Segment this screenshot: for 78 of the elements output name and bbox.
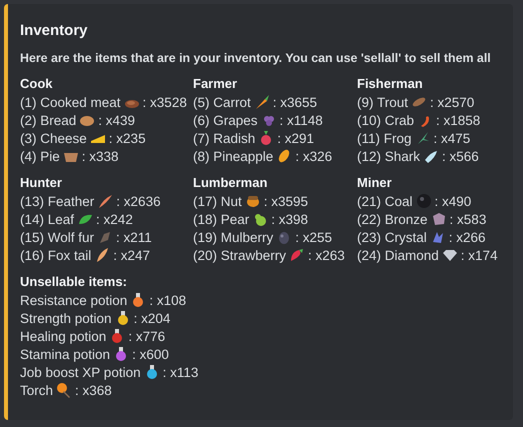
strawberry-icon bbox=[289, 247, 306, 263]
item-name: (17) Nut bbox=[193, 194, 242, 209]
item-count: : x255 bbox=[295, 230, 332, 245]
torch-icon bbox=[56, 382, 72, 398]
item-count: : x1148 bbox=[280, 113, 323, 128]
item-name: (18) Pear bbox=[193, 212, 250, 227]
item-name: (20) Strawberry bbox=[193, 248, 286, 263]
item-count: : x211 bbox=[116, 230, 152, 245]
item-count: : x108 bbox=[149, 293, 186, 308]
item-name: (9) Trout bbox=[357, 95, 408, 110]
item-count: : x776 bbox=[128, 329, 166, 344]
item-count: : x2636 bbox=[116, 194, 161, 209]
item-count: : x2570 bbox=[430, 95, 474, 110]
item-count: : x583 bbox=[450, 212, 486, 227]
item-name: Job boost XP potion bbox=[20, 365, 141, 380]
item-name: Strength potion bbox=[20, 311, 112, 326]
item-name: (19) Mulberry bbox=[193, 230, 274, 245]
item-count: : x600 bbox=[132, 347, 169, 362]
item-count: : x338 bbox=[82, 149, 119, 164]
item-count: : x1858 bbox=[436, 113, 480, 128]
category-heading: Hunter bbox=[20, 174, 63, 191]
item-name: (24) Diamond bbox=[357, 248, 439, 263]
item-name: (21) Coal bbox=[357, 194, 413, 209]
item-name: Torch bbox=[20, 383, 54, 398]
item-count: : x326 bbox=[295, 149, 332, 164]
item-count: : x439 bbox=[98, 113, 136, 128]
item-count: : x242 bbox=[96, 212, 133, 227]
pear-icon bbox=[252, 211, 268, 227]
item-name: (15) Wolf fur bbox=[20, 230, 94, 245]
item-name: (12) Shark bbox=[357, 149, 420, 164]
item-name: (10) Crab bbox=[357, 113, 414, 128]
item-count: : x3595 bbox=[264, 194, 308, 209]
category-heading: Miner bbox=[357, 174, 393, 191]
item-name: (5) Carrot bbox=[193, 95, 251, 110]
item-count: : x204 bbox=[134, 311, 170, 326]
nut-icon bbox=[244, 193, 261, 209]
item-count: : x263 bbox=[308, 248, 345, 263]
item-count: : x235 bbox=[108, 131, 146, 146]
category-heading: Cook bbox=[20, 75, 54, 92]
diamond-icon bbox=[442, 247, 458, 263]
item-count: : x368 bbox=[75, 383, 112, 398]
item-name: (2) Bread bbox=[20, 113, 76, 128]
item-name: (3) Cheese bbox=[20, 131, 87, 146]
item-count: : x113 bbox=[162, 365, 198, 380]
item-name: (16) Fox tail bbox=[20, 248, 92, 263]
item-name: Healing potion bbox=[20, 329, 106, 344]
coal-icon bbox=[416, 193, 432, 209]
carrot-icon bbox=[254, 94, 270, 110]
embed-description: Here are the items that are in your inventory. You can use 'sellall' to sell them all bbox=[20, 50, 492, 67]
item-count: : x3655 bbox=[272, 95, 318, 110]
item-name: (22) Bronze bbox=[357, 212, 428, 227]
item-name: Stamina potion bbox=[20, 347, 110, 362]
item-count: : x566 bbox=[442, 149, 479, 164]
item-count: : x475 bbox=[434, 131, 470, 146]
item-count: : x247 bbox=[113, 248, 150, 263]
item-name: (8) Pineapple bbox=[193, 149, 274, 164]
item-count: : x398 bbox=[271, 212, 308, 227]
item-name: (6) Grapes bbox=[193, 113, 258, 128]
item-count: : x291 bbox=[277, 131, 314, 146]
item-name: (7) Radish bbox=[193, 131, 256, 146]
item-count: : x3528 bbox=[142, 95, 187, 110]
item-name: (14) Leaf bbox=[20, 212, 74, 227]
ore-icon bbox=[430, 211, 447, 227]
category-heading: Unsellable items: bbox=[20, 273, 128, 290]
embed-title: Inventory bbox=[20, 21, 89, 41]
item-name: (13) Feather bbox=[20, 194, 94, 209]
item-name: (1) Cooked meat bbox=[20, 95, 121, 110]
item-count: : x266 bbox=[448, 230, 486, 245]
feather-icon bbox=[97, 193, 114, 209]
item-count: : x490 bbox=[434, 194, 472, 209]
item-name: (23) Crystal bbox=[357, 230, 427, 245]
item-count: : x174 bbox=[460, 248, 498, 263]
category-heading: Farmer bbox=[193, 75, 238, 92]
item-name: (4) Pie bbox=[20, 149, 60, 164]
category-heading: Fisherman bbox=[357, 75, 424, 92]
item-name: (11) Frog bbox=[357, 131, 412, 146]
item-name: Resistance potion bbox=[20, 293, 128, 308]
category-heading: Lumberman bbox=[193, 174, 268, 191]
